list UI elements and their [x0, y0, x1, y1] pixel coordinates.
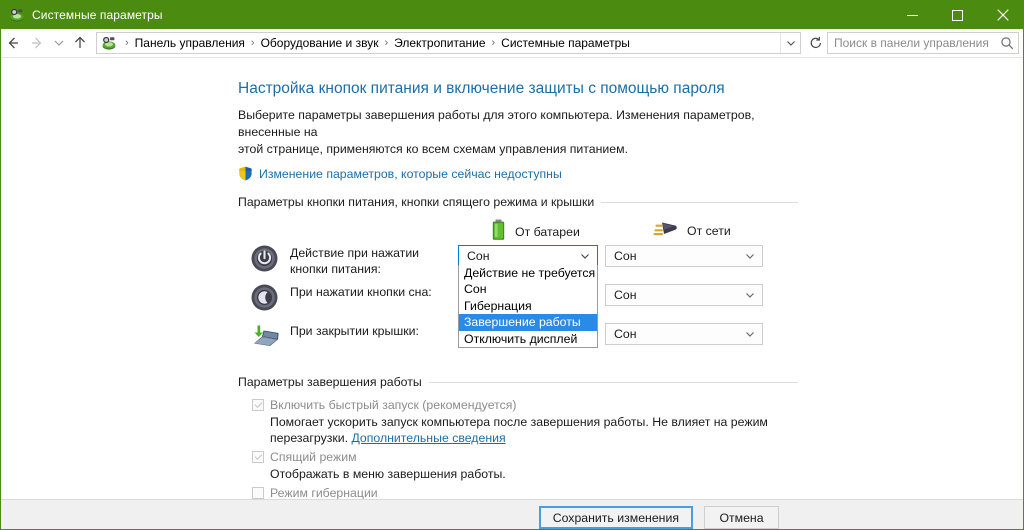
change-unavailable-settings-link[interactable]: Изменение параметров, которые сейчас нед…	[259, 167, 562, 181]
address-bar[interactable]: › Панель управления › Оборудование и зву…	[96, 32, 801, 54]
dropdown-option-hibernate[interactable]: Гибернация	[459, 298, 597, 314]
column-header-battery: От батареи	[491, 219, 580, 244]
column-headers: От батареи От сети	[238, 215, 798, 245]
control-panel-icon	[101, 35, 117, 51]
chevron-down-icon[interactable]	[745, 290, 755, 300]
dropdown-option-turn-off-display[interactable]: Отключить дисплей	[459, 331, 597, 347]
cancel-button[interactable]: Отмена	[704, 506, 779, 529]
navigation-bar: › Панель управления › Оборудование и зву…	[1, 29, 1023, 58]
combo-sleep-button-ac-value: Сон	[614, 288, 637, 302]
power-plug-icon	[651, 219, 678, 242]
group-divider	[601, 201, 798, 203]
title-bar: Системные параметры	[1, 1, 1023, 29]
breadcrumb-separator: ›	[491, 37, 496, 49]
maximize-icon[interactable]	[935, 1, 980, 29]
recent-locations-chevron-down-icon[interactable]	[49, 31, 68, 55]
window-title: Системные параметры	[32, 8, 163, 22]
breadcrumb-item-hardware-sound[interactable]: Оборудование и звук	[259, 36, 381, 50]
power-button-icon	[251, 245, 278, 272]
chevron-down-icon[interactable]	[745, 251, 755, 261]
shutdown-settings-group-label: Параметры завершения работы	[238, 375, 422, 389]
search-icon[interactable]	[996, 36, 1018, 50]
row-label-power-button: Действие при нажатии кнопки питания:	[290, 246, 420, 276]
row-label-sleep-button: При нажатии кнопки сна:	[290, 285, 432, 299]
footer-bar: Сохранить изменения Отмена	[1, 499, 1023, 529]
checkbox-label-fast-startup: Включить быстрый запуск (рекомендуется)	[270, 398, 517, 412]
refresh-icon[interactable]	[805, 33, 827, 53]
address-chevron-down-icon[interactable]	[780, 33, 800, 53]
sleep-moon-icon	[251, 284, 278, 311]
dropdown-option-do-nothing[interactable]: Действие не требуется	[459, 265, 597, 281]
combo-power-button-ac[interactable]: Сон	[605, 245, 763, 267]
search-box[interactable]	[827, 32, 1019, 54]
checkbox-desc-fast-startup: Помогает ускорить запуск компьютера посл…	[270, 414, 770, 446]
search-input[interactable]	[828, 35, 996, 51]
breadcrumb-separator: ›	[384, 37, 389, 49]
save-changes-button[interactable]: Сохранить изменения	[538, 506, 693, 529]
page-description-line-2: этой странице, применяются ко всем схема…	[238, 142, 628, 156]
chevron-down-icon[interactable]	[745, 329, 755, 339]
combo-sleep-button-ac[interactable]: Сон	[605, 284, 763, 306]
breadcrumb-item-power-options[interactable]: Электропитание	[392, 36, 487, 50]
battery-icon	[491, 219, 506, 244]
more-info-link[interactable]: Дополнительные сведения	[351, 431, 505, 445]
breadcrumb-item-system-settings[interactable]: Системные параметры	[499, 36, 632, 50]
up-arrow-icon[interactable]	[68, 31, 92, 55]
checkbox-hibernate[interactable]	[252, 487, 264, 499]
power-option-rows: Действие при нажатии кнопки питания: Сон…	[238, 245, 798, 357]
page-title: Настройка кнопок питания и включение защ…	[238, 80, 725, 97]
close-icon[interactable]	[980, 1, 1023, 29]
checkbox-desc-sleep: Отображать в меню завершения работы.	[270, 467, 506, 481]
checkbox-fast-startup[interactable]	[252, 399, 264, 411]
checkbox-desc-fast-startup-line-1: Помогает ускорить запуск компьютера посл…	[270, 415, 768, 429]
column-header-ac: От сети	[651, 219, 731, 242]
column-header-battery-label: От батареи	[515, 224, 580, 239]
minimize-icon[interactable]	[890, 1, 935, 29]
chevron-down-icon[interactable]	[580, 251, 590, 261]
breadcrumb-separator: ›	[125, 37, 129, 49]
window-controls	[890, 1, 1023, 29]
back-arrow-icon[interactable]	[1, 31, 25, 55]
combo-power-button-battery-value: Сон	[467, 249, 490, 263]
breadcrumb-separator: ›	[250, 37, 255, 49]
checkbox-label-sleep: Спящий режим	[270, 450, 357, 464]
shutdown-settings-group-header: Параметры завершения работы	[238, 375, 798, 389]
combo-power-button-ac-value: Сон	[614, 249, 637, 263]
combo-lid-close-ac[interactable]: Сон	[605, 323, 763, 345]
breadcrumb-item-control-panel[interactable]: Панель управления	[133, 36, 247, 50]
laptop-lid-icon	[251, 323, 279, 350]
combo-power-button-battery[interactable]: Сон	[458, 245, 598, 267]
row-label-lid-close: При закрытии крышки:	[290, 324, 419, 338]
power-buttons-group-header: Параметры кнопки питания, кнопки спящего…	[238, 195, 798, 209]
checkbox-sleep[interactable]	[252, 451, 264, 463]
change-unavailable-settings-link-row[interactable]: Изменение параметров, которые сейчас нед…	[238, 166, 798, 181]
shield-icon	[238, 166, 253, 181]
combo-lid-close-ac-value: Сон	[614, 327, 637, 341]
forward-arrow-icon	[25, 31, 49, 55]
checkbox-row-sleep[interactable]: Спящий режим	[252, 449, 798, 465]
dropdown-list-power-button-battery[interactable]: Действие не требуется Сон Гибернация Зав…	[458, 265, 598, 348]
content-area: Настройка кнопок питания и включение защ…	[1, 59, 1023, 529]
dropdown-option-shutdown[interactable]: Завершение работы	[459, 314, 597, 331]
checkbox-desc-fast-startup-line-2: перезагрузки.	[270, 431, 352, 445]
power-buttons-group-label: Параметры кнопки питания, кнопки спящего…	[238, 195, 595, 209]
dropdown-option-sleep[interactable]: Сон	[459, 281, 597, 297]
power-options-icon	[9, 7, 25, 23]
footer-buttons: Сохранить изменения Отмена	[538, 506, 779, 529]
column-header-ac-label: От сети	[687, 223, 731, 238]
settings-page: Настройка кнопок питания и включение защ…	[238, 79, 798, 529]
page-description-line-1: Выберите параметры завершения работы для…	[238, 108, 755, 139]
address-bar-actions	[780, 33, 800, 53]
checkbox-row-fast-startup[interactable]: Включить быстрый запуск (рекомендуется)	[252, 397, 798, 413]
group-divider	[428, 381, 798, 383]
control-panel-window: Системные параметры › Панель управления …	[0, 0, 1024, 530]
